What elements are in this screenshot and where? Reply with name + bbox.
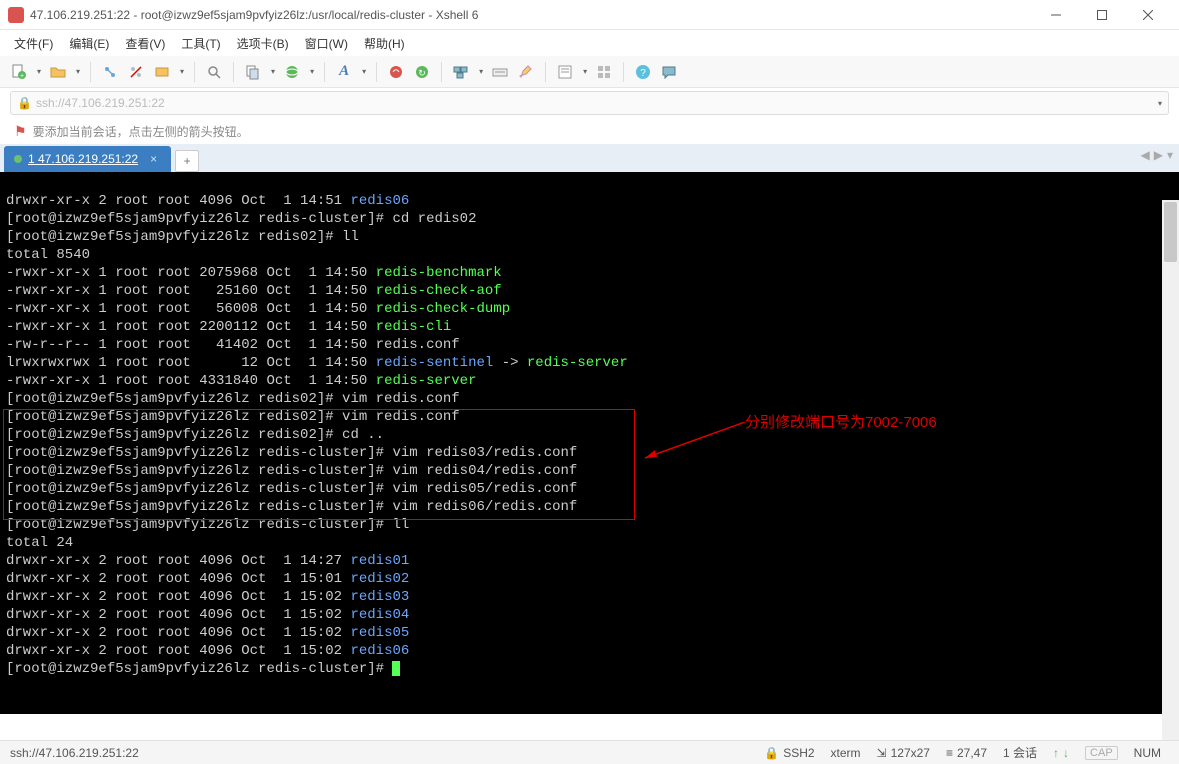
size-icon: ⇲ bbox=[877, 746, 887, 760]
lock-icon: 🔒 bbox=[764, 746, 779, 760]
separator bbox=[194, 62, 195, 82]
separator bbox=[324, 62, 325, 82]
tab-next-icon[interactable]: ▶ bbox=[1154, 148, 1163, 162]
arrow-icon bbox=[635, 422, 745, 462]
globe-icon[interactable] bbox=[283, 63, 301, 81]
tab-bar: 1 47.106.219.251:22 × + ◀ ▶ ▾ bbox=[0, 144, 1179, 172]
copy-icon[interactable] bbox=[244, 63, 262, 81]
status-size: 127x27 bbox=[891, 746, 930, 760]
scrollbar-thumb[interactable] bbox=[1164, 202, 1177, 262]
separator bbox=[623, 62, 624, 82]
help-icon[interactable]: ? bbox=[634, 63, 652, 81]
menu-window[interactable]: 窗口(W) bbox=[305, 35, 348, 52]
status-address: ssh://47.106.219.251:22 bbox=[10, 746, 139, 760]
cursor bbox=[392, 661, 400, 676]
address-bar: 🔒 ssh://47.106.219.251:22 ▾ bbox=[0, 88, 1179, 118]
status-bar: ssh://47.106.219.251:22 🔒 SSH2 xterm ⇲ 127… bbox=[0, 740, 1179, 764]
address-input[interactable]: 🔒 ssh://47.106.219.251:22 ▾ bbox=[10, 91, 1169, 115]
lock-icon: 🔒 bbox=[17, 96, 32, 110]
app-icon bbox=[8, 7, 24, 23]
menu-file[interactable]: 文件(F) bbox=[14, 35, 53, 52]
search-icon[interactable] bbox=[205, 63, 223, 81]
red-circle-icon[interactable] bbox=[387, 63, 405, 81]
separator bbox=[545, 62, 546, 82]
separator bbox=[376, 62, 377, 82]
menu-edit[interactable]: 编辑(E) bbox=[69, 35, 109, 52]
font-icon[interactable]: A bbox=[335, 63, 353, 81]
toolbar: + ▾ ▾ ▾ ▾ ▾ A ▾ ↻ ▾ ▾ ? bbox=[0, 56, 1179, 88]
terminal[interactable]: drwxr-xr-x 2 root root 4096 Oct 1 14:51 … bbox=[0, 172, 1179, 714]
status-term: xterm bbox=[831, 746, 861, 760]
status-pos: 27,47 bbox=[957, 746, 987, 760]
close-button[interactable] bbox=[1125, 0, 1171, 30]
tab-label: 1 47.106.219.251:22 bbox=[28, 152, 138, 166]
menu-view[interactable]: 查看(V) bbox=[125, 35, 165, 52]
link-icon[interactable] bbox=[101, 63, 119, 81]
properties-icon[interactable] bbox=[556, 63, 574, 81]
hint-bar: ⚑ 要添加当前会话，点击左侧的箭头按钮。 bbox=[0, 118, 1179, 144]
minimize-button[interactable] bbox=[1033, 0, 1079, 30]
dropdown-icon[interactable]: ▾ bbox=[583, 67, 587, 76]
grid-icon[interactable] bbox=[595, 63, 613, 81]
status-num: NUM bbox=[1134, 746, 1161, 760]
status-cap: CAP bbox=[1085, 746, 1118, 760]
menu-bar: 文件(F) 编辑(E) 查看(V) 工具(T) 选项卡(B) 窗口(W) 帮助(… bbox=[0, 30, 1179, 56]
menu-tools[interactable]: 工具(T) bbox=[181, 35, 220, 52]
pos-icon: ≡ bbox=[946, 746, 953, 760]
dropdown-icon[interactable]: ▾ bbox=[362, 67, 366, 76]
address-text: ssh://47.106.219.251:22 bbox=[36, 96, 165, 110]
dropdown-icon[interactable]: ▾ bbox=[37, 67, 41, 76]
dropdown-icon[interactable]: ▾ bbox=[180, 67, 184, 76]
menu-help[interactable]: 帮助(H) bbox=[364, 35, 405, 52]
conn-down-icon: ↓ bbox=[1063, 746, 1069, 760]
dropdown-icon[interactable]: ▾ bbox=[1158, 99, 1162, 108]
tab-prev-icon[interactable]: ◀ bbox=[1141, 148, 1150, 162]
status-ssh: SSH2 bbox=[783, 746, 814, 760]
highlight-icon[interactable] bbox=[517, 63, 535, 81]
dropdown-icon[interactable]: ▾ bbox=[310, 67, 314, 76]
svg-text:↻: ↻ bbox=[418, 68, 426, 78]
separator bbox=[90, 62, 91, 82]
chat-icon[interactable] bbox=[660, 63, 678, 81]
status-sessions: 1 会话 bbox=[1003, 744, 1037, 761]
conn-up-icon: ↑ bbox=[1053, 746, 1059, 760]
hint-text: 要添加当前会话，点击左侧的箭头按钮。 bbox=[33, 123, 249, 140]
dropdown-icon[interactable]: ▾ bbox=[271, 67, 275, 76]
maximize-button[interactable] bbox=[1079, 0, 1125, 30]
tab-close-icon[interactable]: × bbox=[150, 152, 157, 166]
green-circle-icon[interactable]: ↻ bbox=[413, 63, 431, 81]
open-folder-icon[interactable] bbox=[49, 63, 67, 81]
status-dot-icon bbox=[14, 155, 22, 163]
tab-menu-icon[interactable]: ▾ bbox=[1167, 148, 1173, 162]
svg-text:?: ? bbox=[640, 68, 646, 79]
add-tab-button[interactable]: + bbox=[175, 150, 199, 172]
title-bar: 47.106.219.251:22 - root@izwz9ef5sjam9pv… bbox=[0, 0, 1179, 30]
disconnect-icon[interactable] bbox=[127, 63, 145, 81]
dropdown-icon[interactable]: ▾ bbox=[76, 67, 80, 76]
flag-icon: ⚑ bbox=[14, 123, 27, 140]
dropdown-icon[interactable]: ▾ bbox=[479, 67, 483, 76]
scrollbar[interactable] bbox=[1162, 200, 1179, 740]
window-title: 47.106.219.251:22 - root@izwz9ef5sjam9pv… bbox=[30, 8, 1033, 22]
svg-text:+: + bbox=[20, 73, 24, 80]
new-file-icon[interactable]: + bbox=[10, 63, 28, 81]
profile-icon[interactable] bbox=[153, 63, 171, 81]
menu-tabs[interactable]: 选项卡(B) bbox=[237, 35, 289, 52]
keyboard-icon[interactable] bbox=[491, 63, 509, 81]
session-tab[interactable]: 1 47.106.219.251:22 × bbox=[4, 146, 171, 172]
multi-window-icon[interactable] bbox=[452, 63, 470, 81]
separator bbox=[441, 62, 442, 82]
separator bbox=[233, 62, 234, 82]
annotation-text: 分别修改端口号为7002-7006 bbox=[745, 414, 937, 432]
